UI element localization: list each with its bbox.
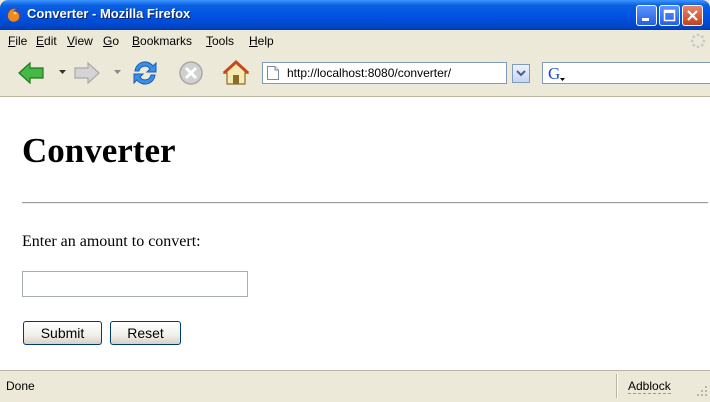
svg-text:G: G	[548, 64, 560, 83]
url-bar[interactable]: http://localhost:8080/converter/	[262, 62, 507, 84]
chevron-down-icon	[516, 70, 526, 77]
home-icon[interactable]	[221, 58, 251, 88]
url-text: http://localhost:8080/converter/	[287, 66, 452, 80]
amount-prompt: Enter an amount to convert:	[22, 233, 201, 250]
submit-button[interactable]: Submit	[23, 321, 102, 345]
maximize-button[interactable]	[659, 5, 680, 26]
browser-window: Converter - Mozilla Firefox File Edit Vi…	[0, 0, 710, 402]
menu-view[interactable]: View	[67, 34, 93, 48]
menu-help[interactable]: Help	[249, 34, 274, 48]
menu-bar: File Edit View Go Bookmarks Tools Help	[0, 30, 710, 53]
amount-input[interactable]	[22, 271, 248, 297]
title-bar[interactable]: Converter - Mozilla Firefox	[0, 0, 710, 30]
menu-bookmarks[interactable]: Bookmarks	[132, 34, 192, 48]
page-icon	[267, 66, 279, 80]
menu-go[interactable]: Go	[103, 34, 119, 48]
forward-dropdown-icon[interactable]	[114, 68, 121, 75]
reload-icon[interactable]	[130, 58, 160, 88]
page-title: Converter	[22, 131, 176, 170]
adblock-status[interactable]: Adblock	[628, 379, 671, 394]
menu-edit[interactable]: Edit	[36, 34, 57, 48]
menu-tools[interactable]: Tools	[206, 34, 234, 48]
forward-icon[interactable]	[72, 58, 102, 88]
back-icon[interactable]	[16, 58, 46, 88]
firefox-icon	[6, 7, 22, 23]
status-divider	[616, 374, 618, 398]
back-dropdown-icon[interactable]	[59, 68, 66, 75]
menu-file[interactable]: File	[8, 34, 27, 48]
status-bar: Done Adblock	[0, 370, 710, 402]
reset-button[interactable]: Reset	[110, 321, 181, 345]
close-button[interactable]	[682, 5, 703, 26]
search-box[interactable]: G	[542, 62, 710, 84]
stop-icon[interactable]	[176, 58, 206, 88]
navigation-toolbar: http://localhost:8080/converter/ G	[0, 52, 710, 97]
horizontal-rule	[22, 202, 708, 204]
resize-grip-icon[interactable]	[696, 385, 708, 397]
minimize-button[interactable]	[636, 5, 657, 26]
status-text: Done	[6, 379, 35, 393]
google-icon: G	[548, 64, 565, 83]
url-history-dropdown[interactable]	[512, 64, 530, 83]
page-content: Converter Enter an amount to convert: Su…	[0, 97, 710, 370]
window-title: Converter - Mozilla Firefox	[27, 6, 191, 21]
throbber-icon	[690, 33, 706, 49]
